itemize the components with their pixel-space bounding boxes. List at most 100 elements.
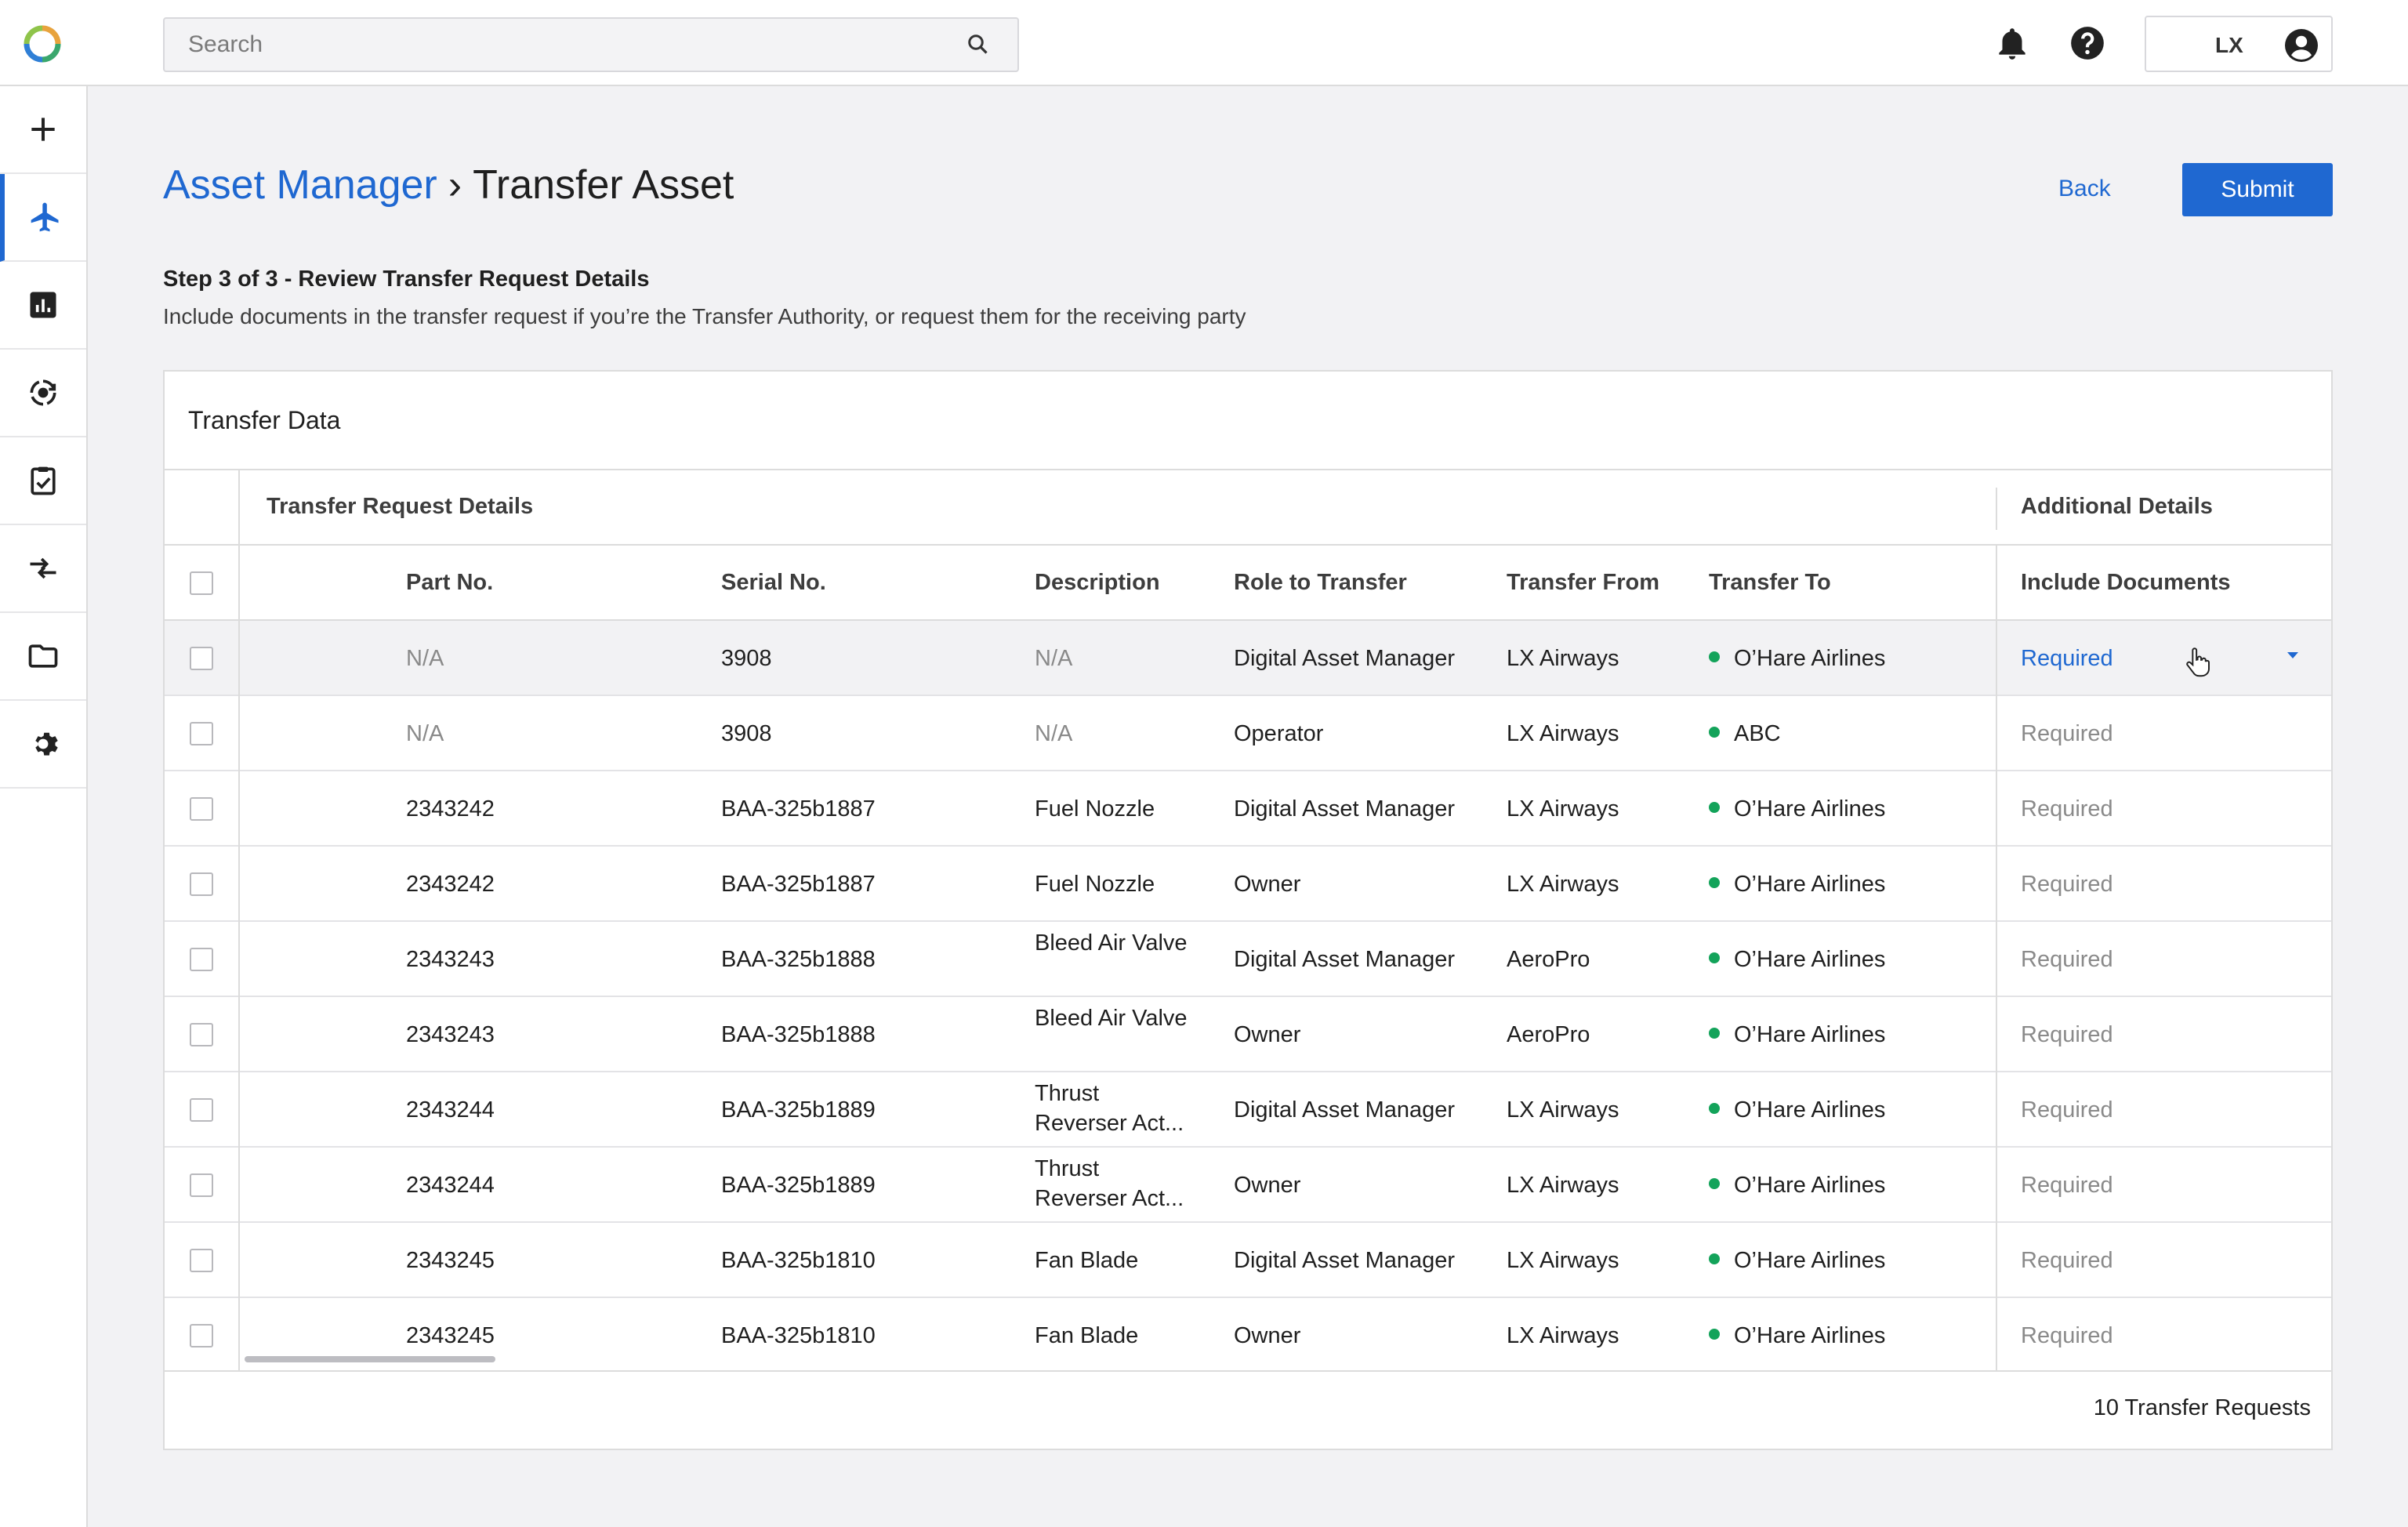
col-header-part-no[interactable]: Part No. xyxy=(406,568,493,597)
include-documents-dropdown[interactable]: Required xyxy=(2021,1095,2113,1125)
horizontal-scrollbar[interactable] xyxy=(245,1356,495,1362)
status-dot xyxy=(1709,1028,1720,1039)
sidebar xyxy=(0,86,88,1527)
chevron-down-icon[interactable] xyxy=(2287,652,2298,658)
row-checkbox[interactable] xyxy=(190,872,213,896)
status-dot xyxy=(1709,651,1720,663)
include-documents-dropdown[interactable]: Required xyxy=(2021,644,2113,673)
bell-icon[interactable] xyxy=(1993,24,2032,63)
sync-icon xyxy=(30,379,56,406)
search-icon[interactable] xyxy=(964,31,992,59)
table-row[interactable]: 2343245 BAA-325b1810 Fan Blade Digital A… xyxy=(165,1223,2331,1298)
group-divider xyxy=(1996,488,1997,530)
include-documents-dropdown[interactable]: Required xyxy=(2021,794,2113,824)
cell-description: Bleed Air Valve xyxy=(1035,930,1188,956)
include-documents-dropdown[interactable]: Required xyxy=(2021,719,2113,749)
row-checkbox[interactable] xyxy=(190,1249,213,1272)
table-row[interactable]: N/A 3908 N/A Operator LX Airways ABC Req… xyxy=(165,696,2331,771)
cell-role: Digital Asset Manager xyxy=(1234,947,1456,972)
sidebar-item-tasks[interactable] xyxy=(0,437,86,525)
sidebar-item-sync[interactable] xyxy=(0,350,86,437)
cell-serial-no: BAA-325b1810 xyxy=(721,1323,876,1348)
row-checkbox[interactable] xyxy=(190,948,213,971)
row-checkbox[interactable] xyxy=(190,1173,213,1197)
table-row[interactable]: 2343242 BAA-325b1887 Fuel Nozzle Digital… xyxy=(165,771,2331,847)
cell-serial-no: BAA-325b1888 xyxy=(721,1022,876,1047)
cell-transfer-to-value: O’Hare Airlines xyxy=(1734,796,1886,822)
include-documents-dropdown[interactable]: Required xyxy=(2021,1246,2113,1275)
table-row[interactable]: N/A 3908 N/A Digital Asset Manager LX Ai… xyxy=(165,621,2331,696)
status-dot xyxy=(1709,877,1720,889)
cell-role: Digital Asset Manager xyxy=(1234,796,1456,822)
cell-transfer-to-value: O’Hare Airlines xyxy=(1734,1323,1886,1348)
status-dot xyxy=(1709,1103,1720,1115)
cell-role: Owner xyxy=(1234,1173,1301,1198)
account-icon xyxy=(2285,29,2318,62)
back-button[interactable]: Back xyxy=(2058,163,2129,215)
cell-transfer-to: O’Hare Airlines xyxy=(1709,1321,1885,1351)
cell-transfer-to: O’Hare Airlines xyxy=(1709,644,1885,673)
status-dot xyxy=(1709,802,1720,814)
app-logo-icon[interactable] xyxy=(24,25,61,63)
transfer-data-card: Transfer Data Transfer Request Details A… xyxy=(163,370,2333,1450)
cell-part-no: N/A xyxy=(406,646,444,671)
cell-serial-no: BAA-325b1810 xyxy=(721,1248,876,1273)
cell-role: Digital Asset Manager xyxy=(1234,1097,1456,1123)
column-group-header: Transfer Request Details Additional Deta… xyxy=(165,469,2331,546)
row-checkbox[interactable] xyxy=(190,1098,213,1122)
row-checkbox[interactable] xyxy=(190,647,213,670)
bar-chart-icon xyxy=(30,292,56,318)
search-box xyxy=(163,17,1019,72)
cell-description: Bleed Air Valve xyxy=(1035,1006,1188,1031)
col-header-description[interactable]: Description xyxy=(1035,568,1160,597)
include-documents-dropdown[interactable]: Required xyxy=(2021,1170,2113,1200)
cell-description: N/A xyxy=(1035,646,1073,671)
include-documents-dropdown[interactable]: Required xyxy=(2021,945,2113,974)
cell-part-no: 2343242 xyxy=(406,872,495,897)
status-dot xyxy=(1709,1329,1720,1340)
row-checkbox[interactable] xyxy=(190,1324,213,1347)
cell-transfer-to-value: O’Hare Airlines xyxy=(1734,1248,1886,1273)
table-row[interactable]: 2343243 BAA-325b1888 Bleed Air Valve Dig… xyxy=(165,922,2331,997)
col-header-transfer-from[interactable]: Transfer From xyxy=(1507,568,1659,597)
user-menu[interactable]: LX xyxy=(2145,16,2333,72)
include-documents-dropdown[interactable]: Required xyxy=(2021,1020,2113,1050)
transfer-arrows-icon xyxy=(30,557,56,579)
submit-button[interactable]: Submit xyxy=(2182,163,2333,216)
col-header-include-documents[interactable]: Include Documents xyxy=(2021,568,2231,597)
sidebar-item-transfers[interactable] xyxy=(0,525,86,613)
plus-icon xyxy=(31,118,55,141)
card-title: Transfer Data xyxy=(188,406,341,434)
row-checkbox[interactable] xyxy=(190,722,213,745)
col-header-transfer-to[interactable]: Transfer To xyxy=(1709,568,1831,597)
sidebar-item-reports[interactable] xyxy=(0,262,86,350)
breadcrumb-asset-manager[interactable]: Asset Manager xyxy=(163,162,437,208)
status-dot xyxy=(1709,1178,1720,1190)
sidebar-item-settings[interactable] xyxy=(0,701,86,789)
include-documents-dropdown[interactable]: Required xyxy=(2021,1321,2113,1351)
sidebar-item-assets[interactable] xyxy=(0,174,86,262)
table-row[interactable]: 2343244 BAA-325b1889 Thrust Reverser Act… xyxy=(165,1072,2331,1148)
cell-serial-no: BAA-325b1889 xyxy=(721,1173,876,1198)
cell-description: N/A xyxy=(1035,721,1073,746)
cell-transfer-from: AeroPro xyxy=(1507,947,1590,972)
table-row[interactable]: 2343242 BAA-325b1887 Fuel Nozzle Owner L… xyxy=(165,847,2331,922)
row-checkbox[interactable] xyxy=(190,1023,213,1046)
help-icon[interactable] xyxy=(2068,24,2107,63)
sidebar-item-add[interactable] xyxy=(0,86,86,174)
group-additional-details: Additional Details xyxy=(2021,494,2213,519)
breadcrumb-separator: › xyxy=(448,162,462,208)
select-all-checkbox[interactable] xyxy=(190,571,213,595)
table-row[interactable]: 2343244 BAA-325b1889 Thrust Reverser Act… xyxy=(165,1148,2331,1223)
cell-transfer-to: O’Hare Airlines xyxy=(1709,1170,1885,1200)
col-header-serial-no[interactable]: Serial No. xyxy=(721,568,826,597)
row-checkbox[interactable] xyxy=(190,797,213,821)
col-header-role[interactable]: Role to Transfer xyxy=(1234,568,1407,597)
search-input[interactable] xyxy=(165,19,964,71)
table-row[interactable]: 2343243 BAA-325b1888 Bleed Air Valve Own… xyxy=(165,997,2331,1072)
sidebar-item-documents[interactable] xyxy=(0,613,86,701)
cell-description: Fan Blade xyxy=(1035,1248,1139,1273)
include-documents-dropdown[interactable]: Required xyxy=(2021,869,2113,899)
cell-role: Owner xyxy=(1234,872,1301,897)
cell-part-no: 2343244 xyxy=(406,1173,495,1198)
